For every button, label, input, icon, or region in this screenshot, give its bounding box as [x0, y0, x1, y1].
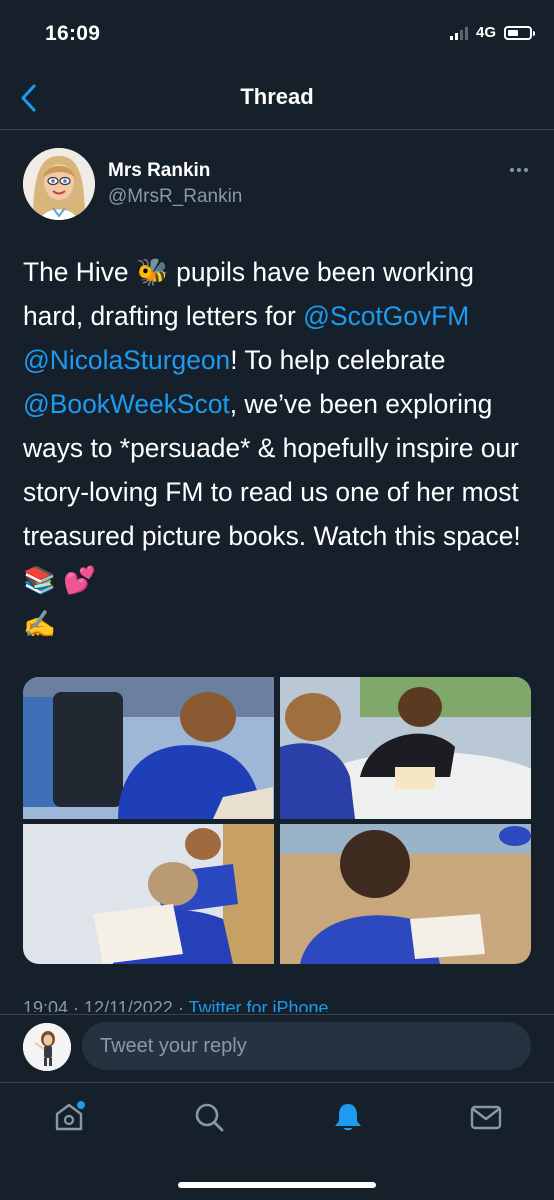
tweet-text: The Hive 🐝 pupils have been working hard…: [23, 250, 533, 646]
status-time: 16:09: [45, 22, 101, 45]
writing-hand-emoji: ✍️: [23, 609, 56, 639]
page-title: Thread: [240, 84, 314, 109]
tweet-date: 12/11/2022: [84, 998, 173, 1012]
notifications-icon[interactable]: [331, 1100, 365, 1134]
reply-input[interactable]: [82, 1022, 531, 1070]
home-indicator[interactable]: [178, 1182, 376, 1188]
tweet-meta: 19:04 · 12/11/2022 · Twitter for iPhone: [23, 998, 329, 1012]
messages-icon[interactable]: [469, 1100, 503, 1134]
battery-icon: [504, 25, 535, 40]
more-options-icon[interactable]: [508, 160, 530, 180]
home-icon[interactable]: [52, 1100, 86, 1134]
photo-pupil-writing-close[interactable]: [23, 824, 274, 964]
media-grid[interactable]: [23, 677, 531, 964]
divider: [0, 1014, 554, 1015]
mention-link[interactable]: @ScotGovFM: [303, 301, 469, 331]
author-handle[interactable]: @MrsR_Rankin: [108, 186, 242, 208]
photo-pupil-drawing[interactable]: [280, 824, 531, 964]
photo-pupil-writing-wheelchair[interactable]: [23, 677, 274, 819]
avatar[interactable]: [23, 148, 95, 220]
mention-link[interactable]: @BookWeekScot: [23, 389, 230, 419]
author-name[interactable]: Mrs Rankin: [108, 160, 210, 182]
tweet-text-part: ! To help celebrate: [230, 345, 446, 375]
tweet-time: 19:04: [23, 998, 69, 1012]
books-heart-emoji: 📚 💕: [23, 565, 97, 595]
divider: [0, 129, 554, 130]
avatar[interactable]: [23, 1023, 71, 1071]
bee-emoji: 🐝: [135, 257, 169, 287]
search-icon[interactable]: [192, 1100, 226, 1134]
divider: [0, 1082, 554, 1083]
status-indicators: 4G: [449, 24, 535, 41]
tweet-text-part: The Hive: [23, 257, 136, 287]
tweet-source[interactable]: Twitter for iPhone: [188, 998, 328, 1012]
mention-link[interactable]: @NicolaSturgeon: [23, 345, 230, 375]
signal-icon: [449, 26, 468, 40]
network-label: 4G: [475, 24, 496, 41]
photo-pupils-at-table[interactable]: [280, 677, 531, 819]
